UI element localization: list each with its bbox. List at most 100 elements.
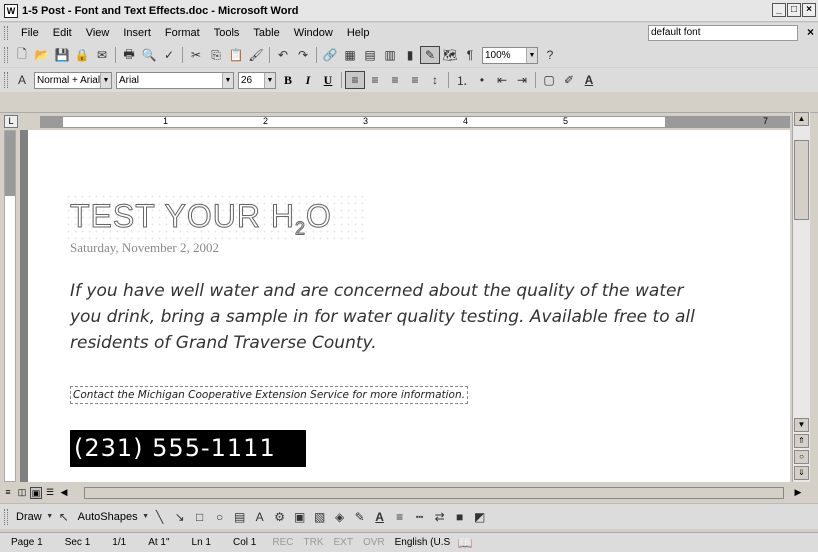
- print-layout-icon[interactable]: ▣: [30, 487, 42, 499]
- vertical-ruler[interactable]: [0, 130, 20, 482]
- next-page-icon[interactable]: ⇓: [794, 466, 809, 480]
- phone-number[interactable]: (231) 555-1111: [70, 430, 306, 467]
- toolbar-grip[interactable]: [4, 26, 8, 40]
- toolbar-grip[interactable]: [4, 508, 8, 525]
- status-ovr[interactable]: OVR: [358, 537, 390, 548]
- print-icon[interactable]: 🖶: [119, 46, 139, 64]
- border-icon[interactable]: ▢: [539, 71, 559, 89]
- numbering-icon[interactable]: ⒈: [452, 71, 472, 89]
- line-style-icon[interactable]: ≡: [390, 508, 410, 526]
- menu-window[interactable]: Window: [287, 27, 340, 39]
- minimize-button[interactable]: _: [772, 3, 786, 17]
- cut-icon[interactable]: ✂: [186, 46, 206, 64]
- line-color-icon[interactable]: ✎: [350, 508, 370, 526]
- scroll-thumb[interactable]: [794, 140, 809, 220]
- status-language[interactable]: English (U.S: [390, 537, 456, 548]
- normal-view-icon[interactable]: ≡: [2, 487, 14, 499]
- scroll-right-icon[interactable]: ▶: [792, 487, 804, 499]
- contact-line[interactable]: Contact the Michigan Cooperative Extensi…: [70, 386, 468, 404]
- styles-formatting-icon[interactable]: A: [12, 71, 32, 89]
- spelling-icon[interactable]: ✓: [159, 46, 179, 64]
- tab-selector[interactable]: L: [4, 115, 18, 128]
- undo-icon[interactable]: ↶: [273, 46, 293, 64]
- browse-object-icon[interactable]: ○: [794, 450, 809, 464]
- toolbar-grip[interactable]: [4, 47, 8, 63]
- align-left-icon[interactable]: ≡: [345, 71, 365, 89]
- clip-art-icon[interactable]: ▣: [290, 508, 310, 526]
- menu-edit[interactable]: Edit: [46, 27, 79, 39]
- arrow-icon[interactable]: ↘: [170, 508, 190, 526]
- new-document-icon[interactable]: 🗋: [12, 46, 32, 64]
- wordart-icon[interactable]: A: [250, 508, 270, 526]
- web-layout-icon[interactable]: ◫: [16, 487, 28, 499]
- document-map-icon[interactable]: 🗺: [440, 46, 460, 64]
- menu-file[interactable]: File: [14, 27, 46, 39]
- font-size-select[interactable]: 26 ▼: [238, 71, 276, 89]
- title-bar[interactable]: W 1-5 Post - Font and Text Effects.doc -…: [0, 0, 818, 22]
- body-paragraph[interactable]: If you have well water and are concerned…: [70, 278, 710, 356]
- line-spacing-icon[interactable]: ↕: [425, 71, 445, 89]
- open-icon[interactable]: 📂: [32, 46, 52, 64]
- ask-question-box[interactable]: default font: [648, 25, 798, 41]
- insert-picture-icon[interactable]: ▧: [310, 508, 330, 526]
- insert-excel-icon[interactable]: ▥: [380, 46, 400, 64]
- bullets-icon[interactable]: •: [472, 71, 492, 89]
- status-ext[interactable]: EXT: [328, 537, 357, 548]
- print-preview-icon[interactable]: 🔍: [139, 46, 159, 64]
- decrease-indent-icon[interactable]: ⇤: [492, 71, 512, 89]
- menu-help[interactable]: Help: [340, 27, 377, 39]
- email-icon[interactable]: ✉: [92, 46, 112, 64]
- paste-icon[interactable]: 📋: [226, 46, 246, 64]
- style-select[interactable]: Normal + Arial, ▼: [34, 71, 112, 89]
- close-document-icon[interactable]: ×: [807, 25, 814, 39]
- maximize-button[interactable]: □: [787, 3, 801, 17]
- copy-icon[interactable]: ⎘: [206, 46, 226, 64]
- font-color-icon[interactable]: A: [370, 508, 390, 526]
- menu-tools[interactable]: Tools: [207, 27, 247, 39]
- select-objects-icon[interactable]: ↖: [54, 508, 74, 526]
- underline-button[interactable]: U: [318, 71, 338, 89]
- show-hide-icon[interactable]: ¶: [460, 46, 480, 64]
- align-right-icon[interactable]: ≡: [385, 71, 405, 89]
- tables-borders-icon[interactable]: ▦: [340, 46, 360, 64]
- vertical-scrollbar[interactable]: ▲ ▼ ⇑ ○ ⇓: [792, 112, 810, 482]
- toolbar-grip[interactable]: [4, 72, 8, 88]
- scroll-left-icon[interactable]: ◀: [58, 487, 70, 499]
- drawing-icon[interactable]: ✎: [420, 46, 440, 64]
- text-box-icon[interactable]: ▤: [230, 508, 250, 526]
- menu-format[interactable]: Format: [158, 27, 207, 39]
- date-line[interactable]: Saturday, November 2, 2002: [70, 240, 219, 256]
- menu-table[interactable]: Table: [246, 27, 286, 39]
- diagram-icon[interactable]: ⚙: [270, 508, 290, 526]
- previous-page-icon[interactable]: ⇑: [794, 434, 809, 448]
- shadow-icon[interactable]: ■: [450, 508, 470, 526]
- align-center-icon[interactable]: ≡: [365, 71, 385, 89]
- font-color-icon[interactable]: A: [579, 71, 599, 89]
- font-select[interactable]: Arial ▼: [116, 71, 234, 89]
- menu-view[interactable]: View: [79, 27, 117, 39]
- 3d-icon[interactable]: ◩: [470, 508, 490, 526]
- spelling-status-icon[interactable]: 📖: [455, 534, 475, 552]
- zoom-select[interactable]: 100% ▼: [482, 46, 538, 64]
- scroll-up-icon[interactable]: ▲: [794, 112, 809, 126]
- draw-menu[interactable]: Draw: [12, 511, 46, 523]
- redo-icon[interactable]: ↷: [293, 46, 313, 64]
- justify-icon[interactable]: ≡: [405, 71, 425, 89]
- line-icon[interactable]: ╲: [150, 508, 170, 526]
- dash-style-icon[interactable]: ┅: [410, 508, 430, 526]
- menu-insert[interactable]: Insert: [116, 27, 158, 39]
- status-trk[interactable]: TRK: [298, 537, 328, 548]
- hyperlink-icon[interactable]: 🔗: [320, 46, 340, 64]
- autoshapes-menu[interactable]: AutoShapes: [74, 511, 142, 523]
- horizontal-scrollbar[interactable]: ≡ ◫ ▣ ☰ ◀ ▶: [0, 485, 810, 501]
- permission-icon[interactable]: 🔒: [72, 46, 92, 64]
- outline-view-icon[interactable]: ☰: [44, 487, 56, 499]
- scroll-down-icon[interactable]: ▼: [794, 418, 809, 432]
- highlight-icon[interactable]: ✐: [559, 71, 579, 89]
- close-button[interactable]: ×: [802, 3, 816, 17]
- word-app-icon[interactable]: W: [4, 3, 18, 18]
- insert-table-icon[interactable]: ▤: [360, 46, 380, 64]
- help-icon[interactable]: ?: [540, 46, 560, 64]
- horizontal-scroll-thumb[interactable]: [84, 487, 784, 499]
- columns-icon[interactable]: ▮: [400, 46, 420, 64]
